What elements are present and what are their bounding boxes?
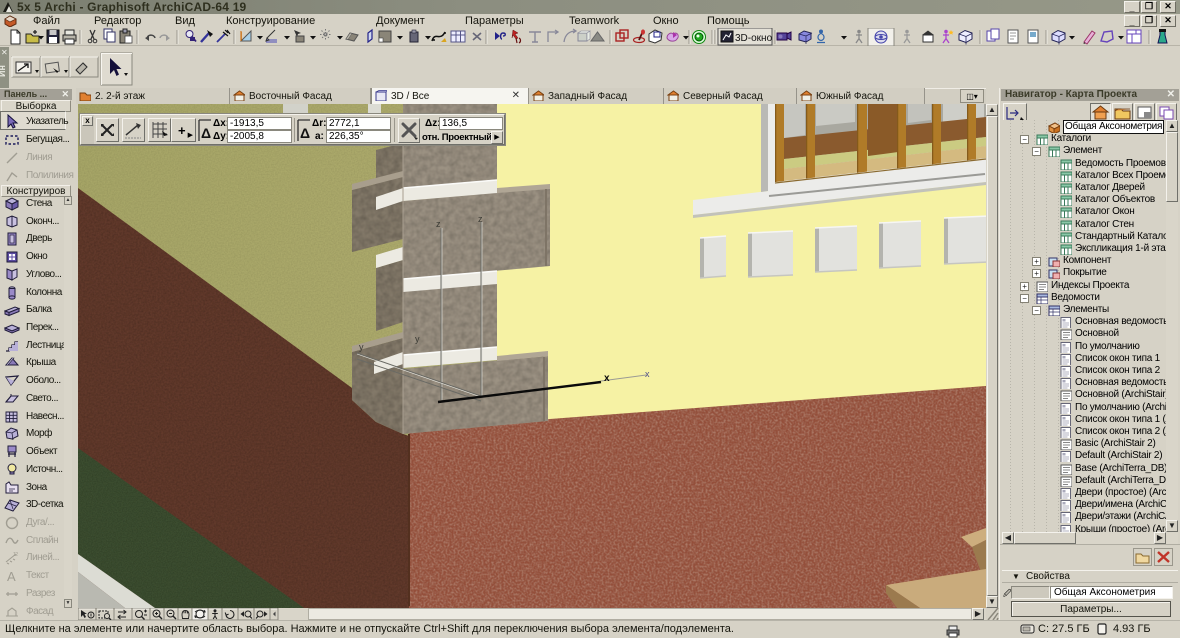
svg-text:y: y bbox=[359, 342, 364, 352]
svg-text:3D-окно: 3D-окно bbox=[735, 33, 773, 44]
svg-text:y: y bbox=[415, 334, 420, 344]
svg-text:Δ: Δ bbox=[201, 125, 211, 141]
svg-text:z: z bbox=[478, 214, 483, 224]
svg-text:x: x bbox=[604, 373, 610, 384]
svg-text:12: 12 bbox=[13, 552, 18, 558]
svg-text:z: z bbox=[436, 219, 441, 229]
svg-text:Δ: Δ bbox=[300, 125, 310, 141]
svg-text:A: A bbox=[7, 569, 16, 584]
svg-text:x: x bbox=[645, 369, 650, 379]
